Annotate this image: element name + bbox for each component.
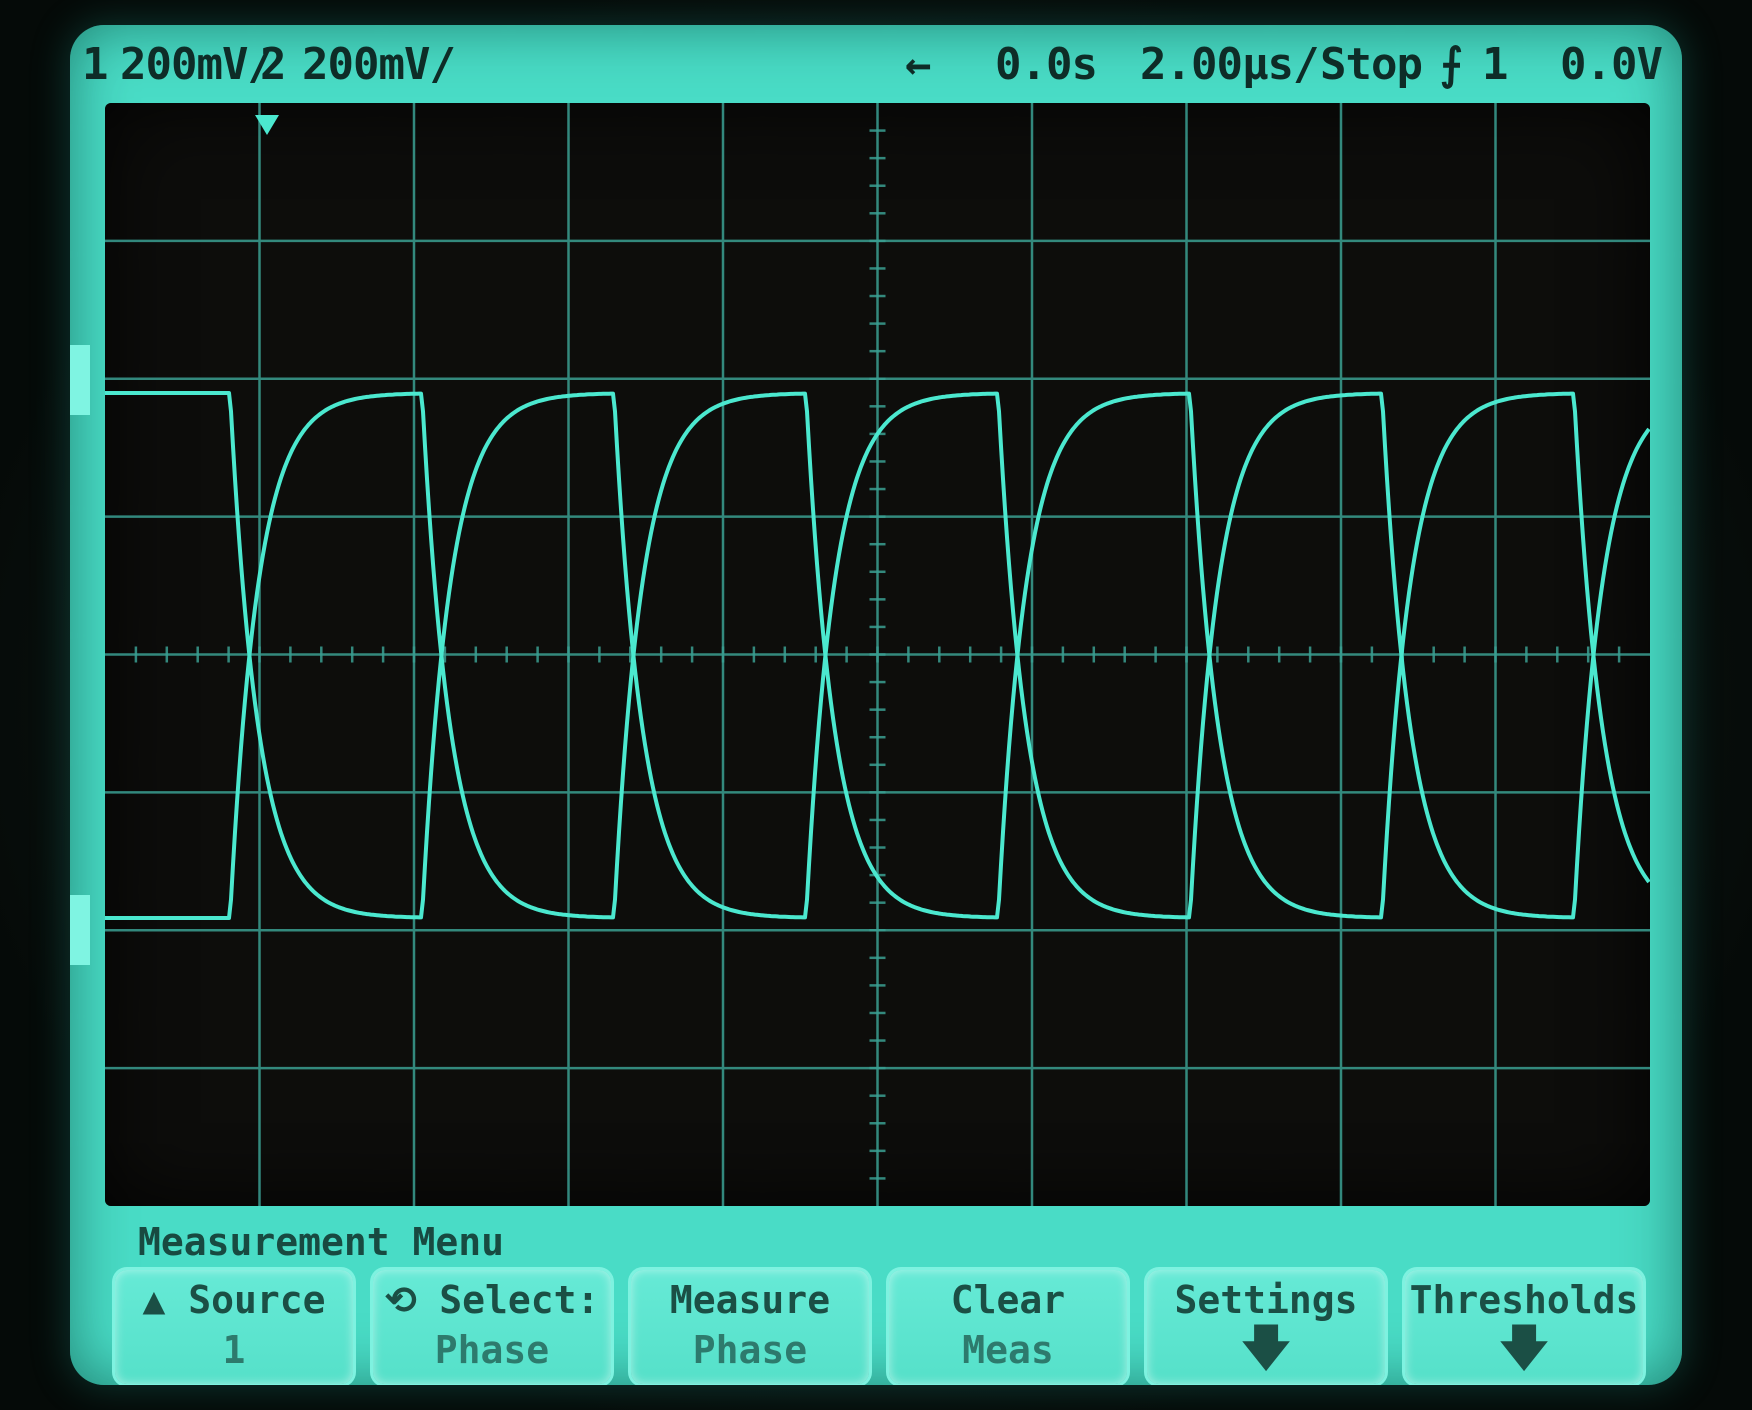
softkey-value: Meas <box>962 1328 1054 1372</box>
clear-meas-softkey[interactable]: Clear Meas <box>889 1270 1127 1384</box>
softkey-label: Measure <box>669 1278 831 1322</box>
delay-value: 0.0s <box>995 39 1098 90</box>
settings-softkey[interactable]: Settings 🡇 <box>1147 1270 1385 1384</box>
oscilloscope-screen: 1 200mV/ 2 200mV/ ← 0.0s 2.00µs/ Stop ⨍ … <box>70 25 1682 1385</box>
measurement-menu-title: Measurement Menu <box>138 1220 505 1264</box>
softkey-value: Phase <box>692 1328 808 1372</box>
measure-phase-softkey[interactable]: Measure Phase <box>631 1270 869 1384</box>
waveform-display <box>105 103 1650 1206</box>
softkey-label: Clear <box>950 1278 1066 1322</box>
softkey-bar: ▲ Source 1 ⟲ Select: Phase Measure Phase… <box>115 1270 1655 1385</box>
softkey-label: ⟲ Select: <box>384 1278 600 1322</box>
timebase-value: 2.00µs/ <box>1140 39 1319 90</box>
delay-arrow-icon: ← <box>905 39 931 90</box>
softkey-value: 1 <box>222 1328 246 1372</box>
source-softkey[interactable]: ▲ Source 1 <box>115 1270 353 1384</box>
ch1-scale: 200mV/ <box>120 39 274 90</box>
ch2-ground-marker <box>70 895 90 965</box>
softkey-value: Phase <box>434 1328 550 1372</box>
rising-edge-icon: ⨍ <box>1440 39 1463 90</box>
ch1-ground-marker <box>70 345 90 415</box>
trigger-level: 0.0V <box>1560 39 1663 90</box>
ch1-number: 1 <box>82 39 108 90</box>
ch2-scale: 200mV/ <box>302 39 456 90</box>
select-softkey[interactable]: ⟲ Select: Phase <box>373 1270 611 1384</box>
status-bar: 1 200mV/ 2 200mV/ ← 0.0s 2.00µs/ Stop ⨍ … <box>70 25 1682 103</box>
down-arrow-icon: 🡇 <box>1499 1320 1549 1376</box>
graticule-and-traces <box>105 103 1650 1206</box>
softkey-label: Thresholds <box>1409 1278 1639 1322</box>
softkey-label: ▲ Source <box>142 1278 326 1322</box>
ch2-number: 2 <box>260 39 286 90</box>
down-arrow-icon: 🡇 <box>1241 1320 1291 1376</box>
softkey-label: Settings <box>1174 1278 1358 1322</box>
trigger-source: 1 <box>1482 39 1508 90</box>
thresholds-softkey[interactable]: Thresholds 🡇 <box>1405 1270 1643 1384</box>
run-state: Stop <box>1320 39 1423 90</box>
